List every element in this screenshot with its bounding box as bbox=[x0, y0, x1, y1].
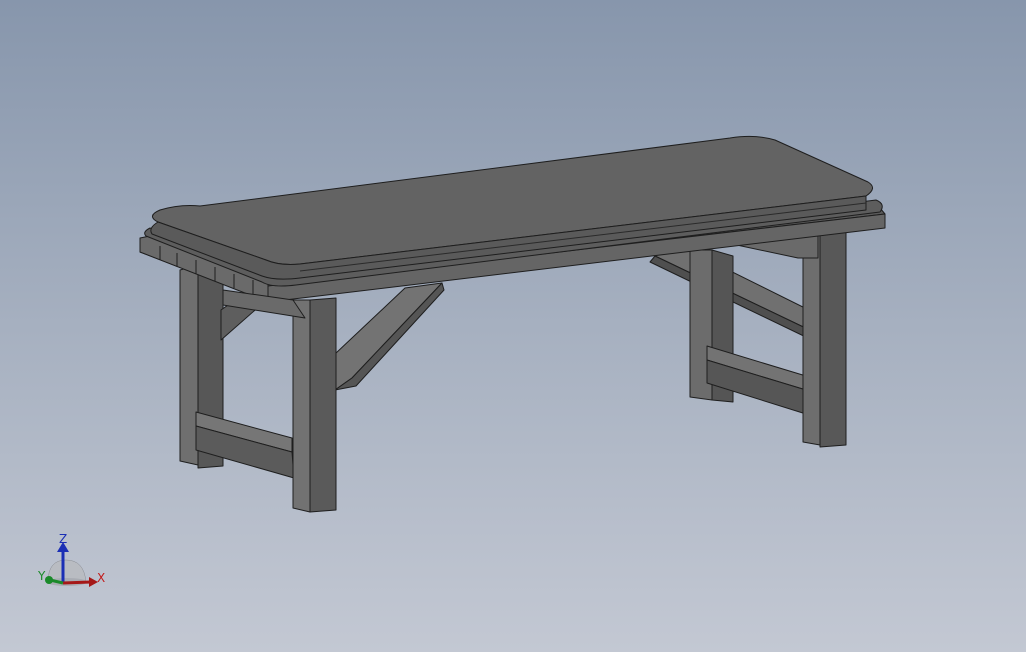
z-axis-label: Z bbox=[59, 532, 68, 546]
bench-model[interactable] bbox=[0, 0, 1026, 652]
front-left-leg-assembly bbox=[222, 282, 445, 513]
x-axis-arrow bbox=[62, 580, 92, 585]
back-right-leg-assembly bbox=[649, 227, 847, 448]
x-axis-label: X bbox=[97, 571, 106, 585]
view-orientation-triad[interactable]: Z X Y bbox=[34, 530, 110, 596]
triad-graphic bbox=[45, 542, 98, 587]
graphics-viewport[interactable]: Z X Y bbox=[0, 0, 1026, 652]
y-axis-label: Y bbox=[38, 569, 46, 583]
